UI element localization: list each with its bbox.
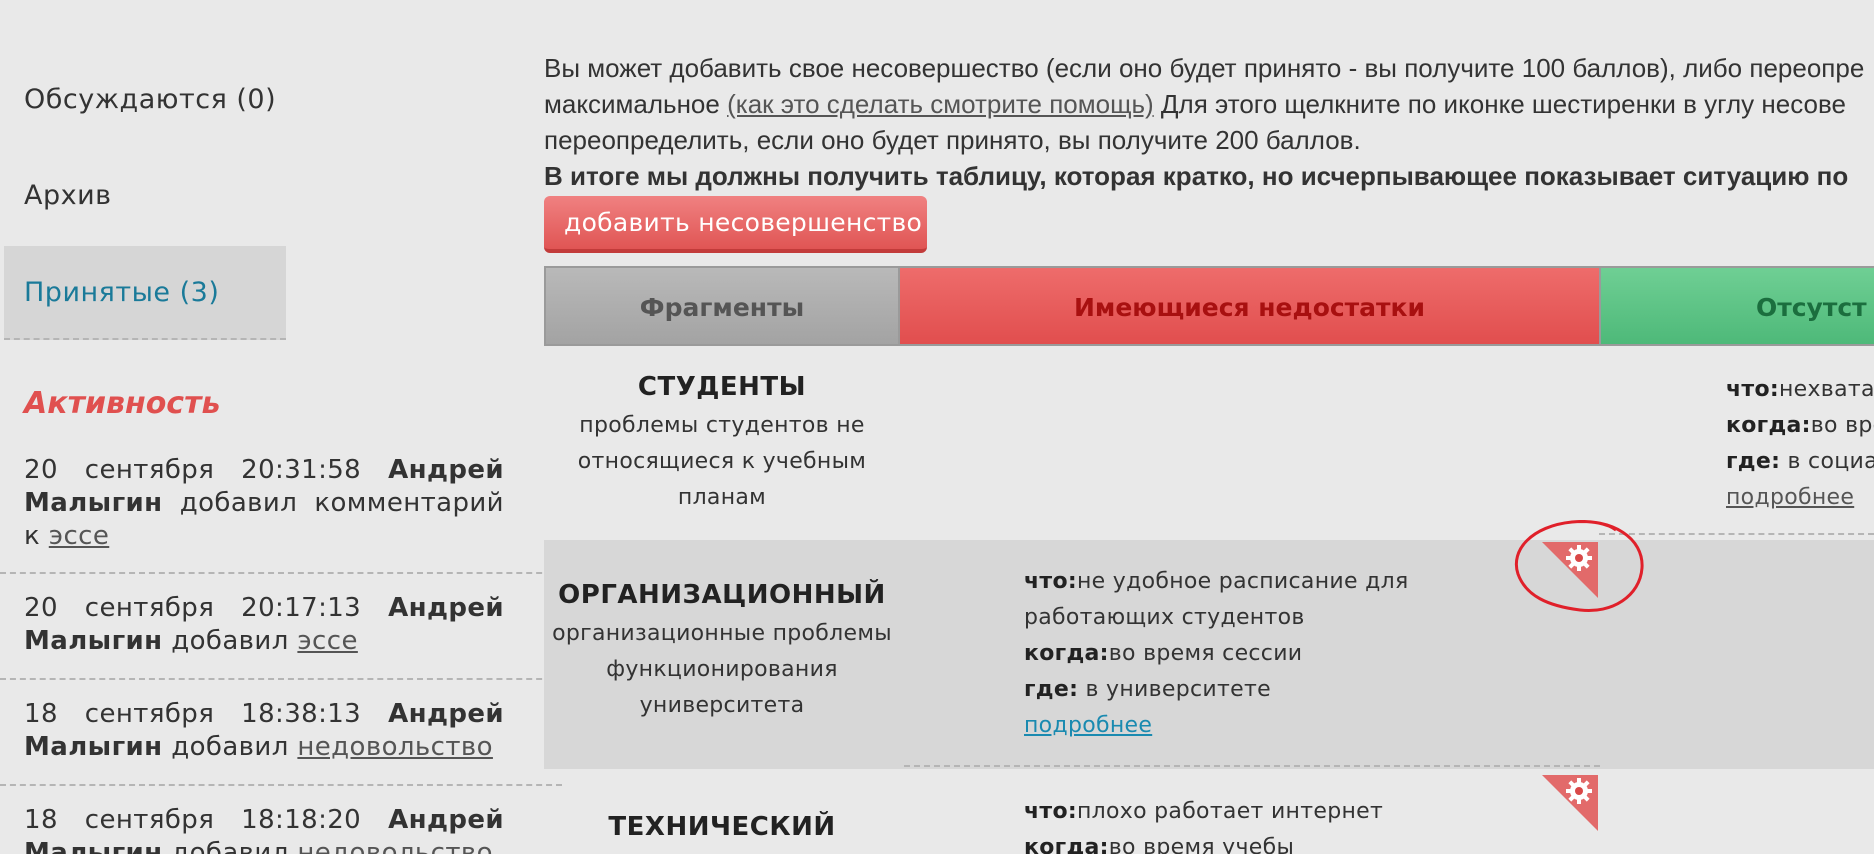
defect-card: что:не удобное расписание для работающих… xyxy=(1024,564,1484,744)
activity-date: 20 сентября 20:31:58 xyxy=(24,455,362,485)
gear-icon[interactable] xyxy=(1540,773,1600,831)
category-title: СТУДЕНТЫ xyxy=(637,372,807,402)
what-value: плохо работает интернет xyxy=(1076,799,1384,824)
activity-item: 20 сентября 20:17:13 Андрей Малыгин доба… xyxy=(24,592,504,658)
category-students: СТУДЕНТЫ проблемы студентов не относящие… xyxy=(544,372,900,516)
category-description: проблемы студентов не относящиеся к учеб… xyxy=(577,413,867,510)
activity-link[interactable]: недовольство xyxy=(297,732,493,762)
intro-line: переопределить, если оно будет принято, … xyxy=(544,125,1361,155)
more-link[interactable]: подробнее xyxy=(1726,485,1854,510)
category-description: организационные проблемы функционировани… xyxy=(552,621,892,718)
sidebar-item-archive[interactable]: Архив xyxy=(4,149,286,243)
intro-text: Вы может добавить свое несовершество (ес… xyxy=(544,50,1874,194)
annotation-circle xyxy=(1514,519,1644,613)
activity-item: 18 сентября 18:18:20 Андрей Малыгин доба… xyxy=(24,804,504,854)
where-value: в университете xyxy=(1085,677,1271,702)
when-label: когда: xyxy=(1726,413,1811,438)
category-title: ОРГАНИЗАЦИОННЫЙ xyxy=(558,580,886,610)
when-value: во время сессии xyxy=(1108,641,1303,666)
activity-link[interactable]: эссе xyxy=(49,521,109,551)
page: Обсуждаются (0) Архив Принятые (3) Актив… xyxy=(0,0,1874,854)
header-fragments[interactable]: Фрагменты xyxy=(544,266,900,346)
what-label: что: xyxy=(1024,569,1077,594)
header-absent[interactable]: Отсутст xyxy=(1599,266,1874,346)
category-technical: ТЕХНИЧЕСКИЙ xyxy=(544,812,900,842)
activity-action: добавил xyxy=(171,732,289,762)
activity-link[interactable]: эссе xyxy=(297,626,357,656)
defect-card: что:плохо работает интернет когда:во вре… xyxy=(1024,794,1484,854)
activity-action: добавил xyxy=(171,838,289,854)
when-value: во вре xyxy=(1810,413,1874,438)
intro-line-bold: В итоге мы должны получить таблицу, кото… xyxy=(544,161,1849,191)
activity-date: 18 сентября 18:18:20 xyxy=(24,805,362,835)
activity-link[interactable]: недовольство xyxy=(297,838,493,854)
sidebar: Обсуждаются (0) Архив Принятые (3) Актив… xyxy=(0,0,570,854)
intro-line: Вы может добавить свое несовершество (ес… xyxy=(544,53,1865,83)
what-label: что: xyxy=(1726,377,1779,402)
category-organizational: ОРГАНИЗАЦИОННЫЙ организационные проблемы… xyxy=(544,580,900,724)
help-link[interactable]: (как это сделать смотрите помощь) xyxy=(727,89,1154,119)
when-value: во время учебы xyxy=(1108,835,1295,854)
defect-card: что:нехвата когда:во вре где: в социа по… xyxy=(1726,372,1874,516)
where-value: в социа xyxy=(1787,449,1874,474)
intro-text-fragment: максимальное xyxy=(544,89,720,119)
where-label: где: xyxy=(1024,677,1079,702)
category-title: ТЕХНИЧЕСКИЙ xyxy=(608,812,836,842)
add-imperfection-button[interactable]: добавить несовершенство xyxy=(544,196,927,253)
intro-line: максимальное (как это сделать смотрите п… xyxy=(544,86,1874,122)
activity-item: 20 сентября 20:31:58 Андрей Малыгин доба… xyxy=(24,454,504,553)
what-label: что: xyxy=(1024,799,1077,824)
more-link[interactable]: подробнее xyxy=(1024,713,1152,738)
sidebar-item-discussed[interactable]: Обсуждаются (0) xyxy=(4,53,286,147)
divider xyxy=(0,572,562,574)
when-label: когда: xyxy=(1024,641,1109,666)
where-label: где: xyxy=(1726,449,1781,474)
activity-action: добавил xyxy=(171,626,289,656)
sidebar-item-accepted[interactable]: Принятые (3) xyxy=(4,246,286,340)
activity-date: 20 сентября 20:17:13 xyxy=(24,593,362,623)
activity-item: 18 сентября 18:38:13 Андрей Малыгин доба… xyxy=(24,698,504,764)
activity-heading: Активность xyxy=(24,386,221,421)
when-label: когда: xyxy=(1024,835,1109,854)
activity-date: 18 сентября 18:38:13 xyxy=(24,699,362,729)
what-value: не удобное расписание для работающих сту… xyxy=(1024,569,1409,630)
divider xyxy=(0,678,562,680)
intro-text-fragment: Для этого щелкните по иконке шестиренки … xyxy=(1160,89,1846,119)
header-existing[interactable]: Имеющиеся недостатки xyxy=(898,266,1601,346)
divider xyxy=(904,765,1600,767)
divider xyxy=(0,784,562,786)
what-value: нехвата xyxy=(1778,377,1874,402)
